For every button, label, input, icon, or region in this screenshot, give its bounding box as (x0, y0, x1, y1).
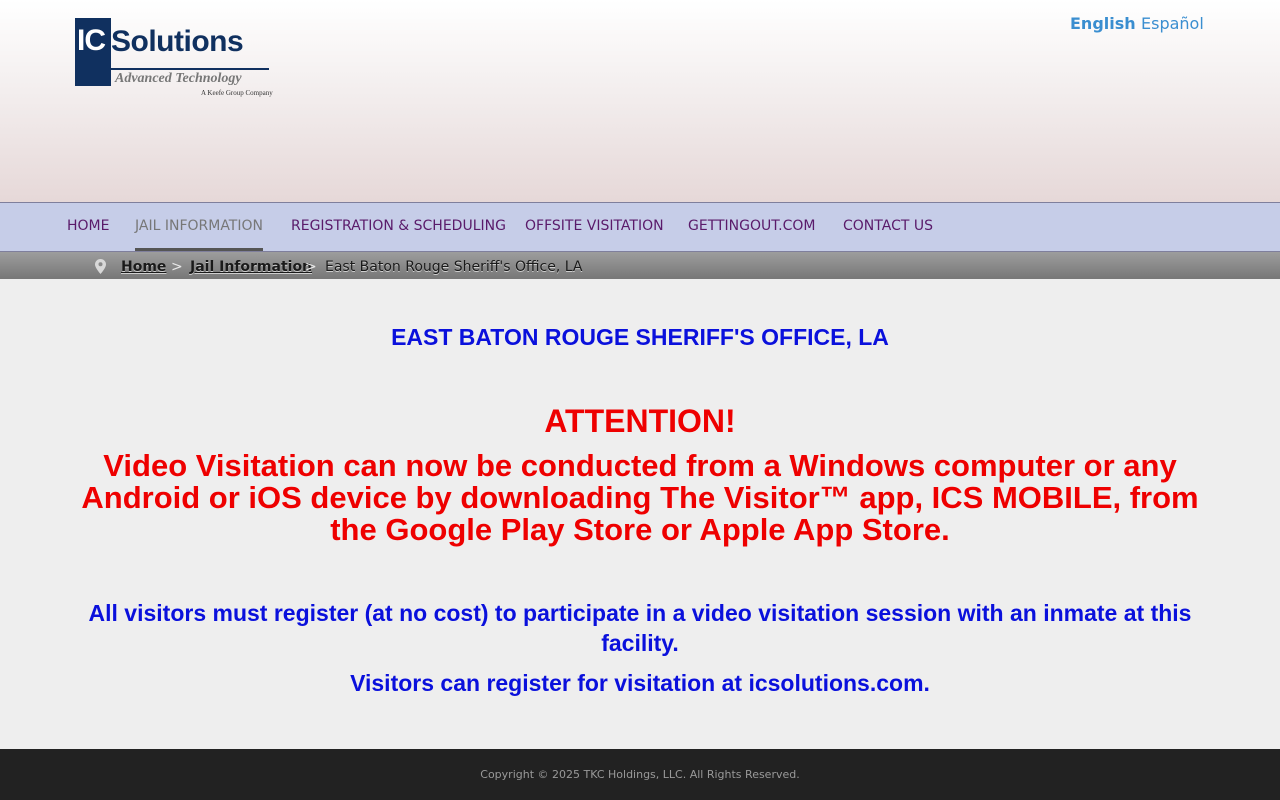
facility-title: EAST BATON ROUGE SHERIFF'S OFFICE, LA (391, 324, 889, 350)
site-footer: Copyright © 2025 TKC Holdings, LLC. All … (0, 749, 1280, 800)
language-english-link[interactable]: English (1070, 14, 1136, 34)
nav-home[interactable]: HOME (67, 203, 109, 251)
nav-jail-information[interactable]: JAIL INFORMATION (135, 203, 263, 251)
nav-offsite-visitation[interactable]: OFFSITE VISITATION (525, 203, 664, 251)
copyright-text: Copyright © 2025 TKC Holdings, LLC. All … (480, 768, 800, 781)
map-pin-icon (95, 259, 106, 274)
main-nav: HOME JAIL INFORMATION REGISTRATION & SCH… (0, 202, 1280, 252)
registration-notice: All visitors must register (at no cost) … (88, 600, 1192, 656)
logo-subtitle: A Keefe Group Company (201, 89, 273, 97)
logo-ic-mark: IC (75, 18, 111, 86)
nav-contact-us[interactable]: CONTACT US (843, 203, 933, 251)
icsolutions-logo[interactable]: IC Solutions Advanced Technology A Keefe… (75, 18, 275, 102)
main-content: EAST BATON ROUGE SHERIFF'S OFFICE, LA AT… (0, 279, 1280, 749)
nav-registration-scheduling[interactable]: REGISTRATION & SCHEDULING (291, 203, 506, 251)
logo-divider (111, 68, 269, 70)
nav-gettingout[interactable]: GETTINGOUT.COM (688, 203, 815, 251)
attention-heading: ATTENTION! (544, 403, 736, 439)
video-visitation-notice: Video Visitation can now be conducted fr… (81, 448, 1199, 547)
logo-wordmark: Solutions (111, 25, 244, 58)
site-header: IC Solutions Advanced Technology A Keefe… (0, 0, 1280, 202)
registration-site-notice: Visitors can register for visitation at … (350, 670, 930, 696)
logo-tagline: Advanced Technology (115, 71, 242, 86)
language-spanish-link[interactable]: Español (1141, 14, 1204, 34)
breadcrumb: Home > Jail Information > East Baton Rou… (0, 252, 1280, 279)
